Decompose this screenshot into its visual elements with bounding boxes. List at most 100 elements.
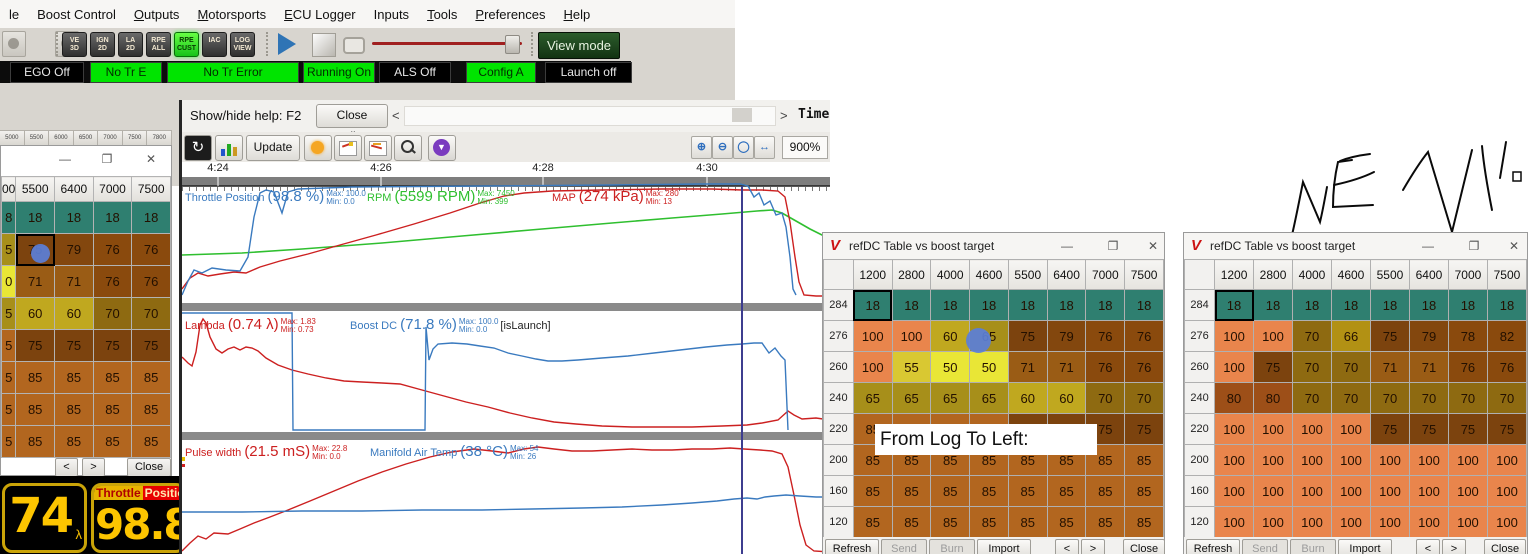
table-cell[interactable]: 70 — [93, 298, 132, 330]
menu-item-ecu-logger[interactable]: ECU Logger — [275, 7, 365, 22]
close-toolbar-button[interactable]: Close toolbar — [316, 104, 388, 128]
table-cell[interactable]: 18 — [1125, 290, 1164, 321]
seek-slider-handle[interactable] — [505, 35, 520, 54]
table-cell[interactable]: 76 — [1448, 352, 1487, 383]
table-cell[interactable]: 100 — [1215, 414, 1254, 445]
view-mode-button[interactable]: View mode — [538, 32, 620, 59]
scroll-left-icon[interactable]: < — [392, 108, 400, 123]
table-cell[interactable]: 100 — [1293, 476, 1332, 507]
table-cell[interactable]: 18 — [132, 202, 171, 234]
burn-button[interactable]: Burn — [1290, 539, 1336, 554]
send-button[interactable]: Send — [1242, 539, 1288, 554]
panel-separator[interactable] — [182, 303, 830, 311]
table-cell[interactable]: 85 — [16, 394, 55, 426]
update-button[interactable]: Update — [246, 135, 300, 161]
minimize-icon[interactable]: — — [1420, 239, 1436, 253]
table-cell[interactable]: 85 — [892, 507, 931, 538]
table-cell[interactable]: 70 — [1293, 352, 1332, 383]
next-button[interactable]: > — [1442, 539, 1466, 554]
table-cell[interactable]: 85 — [853, 507, 892, 538]
chart-style-icon[interactable] — [364, 135, 392, 161]
table-cell[interactable]: 75 — [1409, 414, 1448, 445]
table-cell[interactable]: 100 — [892, 321, 931, 352]
table-cell[interactable]: 71 — [1008, 352, 1047, 383]
table-cell[interactable]: 76 — [132, 234, 171, 266]
next-button[interactable]: > — [82, 458, 105, 477]
prev-button[interactable]: < — [1055, 539, 1079, 554]
toolbar-button-log-view[interactable]: LOGVIEW — [230, 32, 255, 57]
table-cell[interactable]: 85 — [970, 476, 1009, 507]
table-cell[interactable]: 85 — [55, 426, 94, 458]
table-cell[interactable]: 100 — [1370, 445, 1409, 476]
table-cell[interactable]: 100 — [1332, 445, 1371, 476]
toolbar-button-la-2d[interactable]: LA2D — [118, 32, 143, 57]
close-button[interactable]: Close — [1484, 539, 1526, 554]
table-cell[interactable]: 70 — [1293, 321, 1332, 352]
table-cell-partial[interactable]: 5 — [2, 394, 16, 426]
minimize-icon[interactable]: — — [57, 152, 73, 166]
table-cell[interactable]: 79 — [1409, 321, 1448, 352]
table-cell[interactable]: 100 — [1487, 507, 1526, 538]
table-cell[interactable]: 85 — [55, 394, 94, 426]
table-cell[interactable]: 60 — [16, 298, 55, 330]
table-cell[interactable]: 71 — [1409, 352, 1448, 383]
table-cell[interactable]: 18 — [1448, 290, 1487, 321]
table-cell[interactable]: 76 — [132, 266, 171, 298]
table-cell[interactable]: 66 — [1332, 321, 1371, 352]
table-cell[interactable]: 100 — [1409, 445, 1448, 476]
zoom-in-button[interactable]: ⊕ — [691, 136, 712, 159]
maximize-icon[interactable]: ❐ — [1466, 239, 1482, 253]
zoom-out-button[interactable]: ⊖ — [712, 136, 733, 159]
table-cell[interactable]: 85 — [853, 476, 892, 507]
table-cell[interactable]: 75 — [1008, 321, 1047, 352]
stats-icon[interactable] — [215, 135, 243, 161]
table-cell[interactable]: 50 — [970, 352, 1009, 383]
table-cell[interactable]: 100 — [1448, 476, 1487, 507]
close-button[interactable]: Close — [1123, 539, 1165, 554]
table-cell[interactable]: 85 — [1008, 507, 1047, 538]
table-cell[interactable]: 70 — [132, 298, 171, 330]
table-cell[interactable]: 76 — [1125, 352, 1164, 383]
table-cell-partial[interactable]: 5 — [2, 362, 16, 394]
table-cell[interactable]: 50 — [931, 352, 970, 383]
send-button[interactable]: Send — [881, 539, 927, 554]
table-cell[interactable]: 75 — [1125, 414, 1164, 445]
table-cell[interactable]: 85 — [970, 507, 1009, 538]
minimize-icon[interactable]: — — [1059, 239, 1075, 253]
table-cell[interactable]: 76 — [1125, 321, 1164, 352]
table-cell[interactable]: 100 — [1215, 476, 1254, 507]
table-cell[interactable]: 85 — [1086, 507, 1125, 538]
close-icon[interactable]: ✕ — [143, 152, 159, 166]
download-icon[interactable]: ▼ — [428, 135, 456, 161]
zoom-fit-button[interactable]: ↔ — [754, 136, 775, 159]
table-cell[interactable]: 60 — [1047, 383, 1086, 414]
table-cell[interactable]: 100 — [1448, 507, 1487, 538]
toolbar-button-rpe-cust[interactable]: RPECUST — [174, 32, 199, 57]
table-cell[interactable]: 76 — [1086, 321, 1125, 352]
table-cell-partial[interactable]: 8 — [2, 202, 16, 234]
table-cell[interactable]: 71 — [16, 266, 55, 298]
table-cell[interactable]: 100 — [1293, 414, 1332, 445]
table-cell[interactable]: 75 — [1254, 352, 1293, 383]
table-cell[interactable]: 85 — [1047, 476, 1086, 507]
menu-item-motorsports[interactable]: Motorsports — [188, 7, 275, 22]
close-button[interactable]: Close — [127, 458, 171, 477]
table-cell[interactable]: 79 — [55, 234, 94, 266]
window-title-bar[interactable]: VrefDC Table vs boost target—❐✕ — [823, 233, 1164, 260]
menu-item-le[interactable]: le — [0, 7, 28, 22]
table-cell[interactable]: 18 — [1487, 290, 1526, 321]
close-icon[interactable]: ✕ — [1506, 239, 1522, 253]
refresh-button[interactable]: Refresh — [1186, 539, 1240, 554]
table-cell[interactable]: 85 — [1047, 507, 1086, 538]
table-cell-partial[interactable]: 5 — [2, 234, 16, 266]
window-title-bar[interactable]: VrefDC Table vs boost target—❐✕ — [1184, 233, 1527, 260]
table-cell[interactable]: 85 — [1086, 476, 1125, 507]
table-cell[interactable]: 75 — [1370, 414, 1409, 445]
table-cell[interactable]: 85 — [16, 426, 55, 458]
table-cell[interactable]: 80 — [1254, 383, 1293, 414]
table-cell-partial[interactable]: 5 — [2, 298, 16, 330]
table-cell[interactable]: 70 — [1409, 383, 1448, 414]
menu-item-inputs[interactable]: Inputs — [365, 7, 418, 22]
table-cell[interactable]: 85 — [93, 394, 132, 426]
table-cell[interactable]: 75 — [93, 330, 132, 362]
